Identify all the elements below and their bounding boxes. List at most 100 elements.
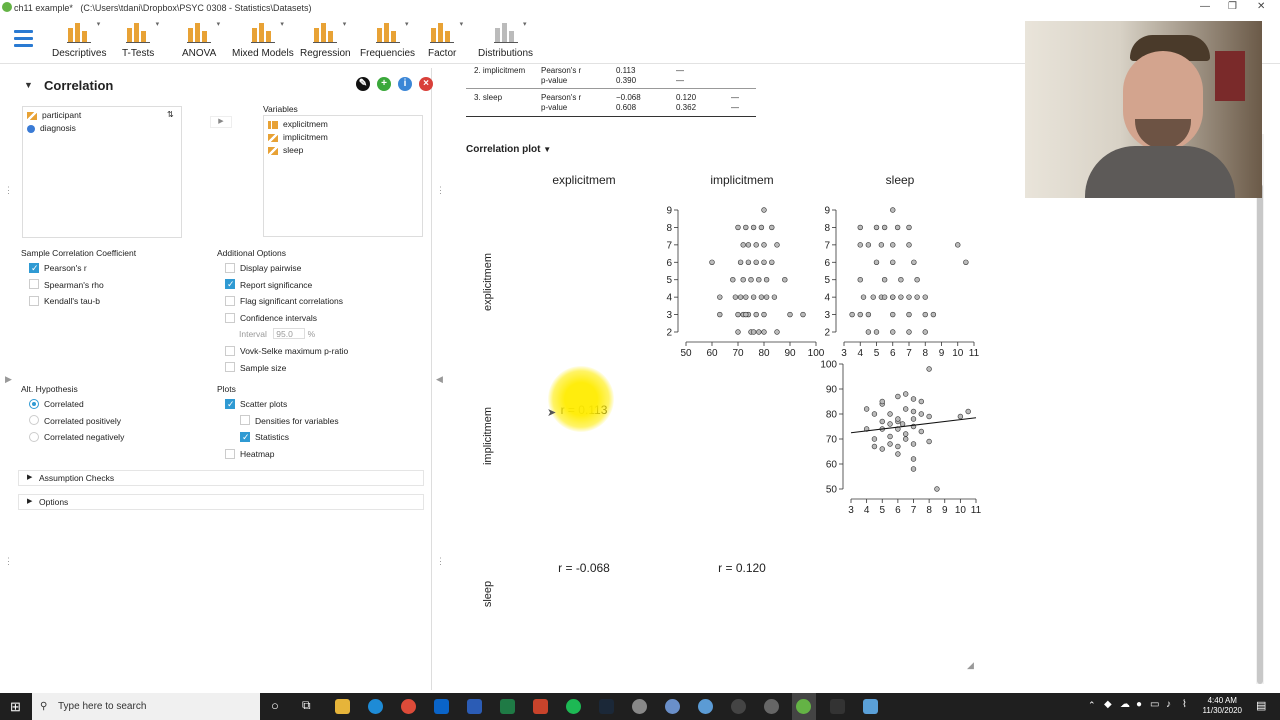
app-icon[interactable] <box>863 699 878 714</box>
checkbox-sample-size[interactable]: Sample size <box>225 362 286 374</box>
edit-pen-icon[interactable]: ✎ <box>356 77 370 91</box>
ribbon-descriptives-button[interactable]: ▾ Descriptives <box>52 18 106 59</box>
radio-correlated-negatively[interactable]: Correlated negatively <box>29 431 124 443</box>
checkbox-icon[interactable] <box>225 362 235 373</box>
checkbox-icon[interactable] <box>225 278 235 290</box>
checkbox-pearson-s-r[interactable]: Pearson's r <box>29 262 87 274</box>
ribbon-t-tests-button[interactable]: ▾ T-Tests <box>122 18 159 59</box>
scrollbar-thumb[interactable] <box>1257 184 1263 684</box>
left-collapse-arrow-icon[interactable]: ▶ <box>5 374 12 385</box>
checkbox-icon[interactable] <box>225 448 235 459</box>
maximize-icon[interactable]: ❐ <box>1228 1 1237 12</box>
minimize-icon[interactable]: — <box>1200 1 1210 12</box>
app-icon[interactable] <box>731 699 746 714</box>
checkbox-icon[interactable] <box>225 296 235 307</box>
checkbox-statistics[interactable]: Statistics <box>240 431 289 443</box>
radio-correlated[interactable]: Correlated <box>29 398 84 410</box>
panel-splitter-handle[interactable]: ⋮ <box>436 185 445 196</box>
plot-section-title[interactable]: Correlation plot ▼ <box>466 144 551 155</box>
onedrive-icon[interactable]: ☁ <box>1120 699 1130 710</box>
checkbox-icon[interactable] <box>240 431 250 443</box>
panel-splitter-handle[interactable]: ⋮ <box>436 556 445 567</box>
radio-icon[interactable] <box>29 415 39 426</box>
resize-grip-icon[interactable]: ◢ <box>967 660 974 671</box>
checkbox-vovk-selke-maximum-p-ratio[interactable]: Vovk-Selke maximum p-ratio <box>225 345 348 357</box>
task-view-icon[interactable]: ⧉ <box>302 698 311 713</box>
word-icon[interactable] <box>467 699 482 714</box>
interval-field[interactable]: Interval 95.0 % <box>239 328 315 340</box>
checkbox-report-significance[interactable]: Report significance <box>225 278 312 291</box>
ribbon-factor-button[interactable]: ▾ Factor <box>428 18 463 59</box>
obs-icon[interactable] <box>632 699 647 714</box>
checkbox-icon[interactable] <box>240 415 250 426</box>
github-icon[interactable] <box>764 699 779 714</box>
checkbox-confidence-intervals[interactable]: Confidence intervals <box>225 312 317 324</box>
checkbox-icon[interactable] <box>29 279 39 290</box>
checkbox-icon[interactable] <box>225 262 235 273</box>
list-item[interactable]: participant <box>27 110 81 120</box>
list-item[interactable]: explicitmem <box>268 119 328 129</box>
dropdown-triangle-icon[interactable]: ▼ <box>543 145 551 154</box>
panel-splitter-handle[interactable]: ⋮ <box>4 185 13 196</box>
ribbon-frequencies-button[interactable]: ▾ Frequencies <box>360 18 415 59</box>
r-icon[interactable] <box>665 699 680 714</box>
notifications-icon[interactable]: ▤ <box>1256 699 1266 712</box>
close-window-icon[interactable]: ✕ <box>1257 1 1265 12</box>
app-icon[interactable] <box>830 699 845 714</box>
options-expander[interactable]: ▶ Options <box>18 494 424 510</box>
list-item[interactable]: diagnosis <box>27 123 76 133</box>
spotify-icon[interactable] <box>566 699 581 714</box>
checkbox-scatter-plots[interactable]: Scatter plots <box>225 398 287 410</box>
remove-close-icon[interactable]: × <box>419 77 433 91</box>
cortana-icon[interactable]: ○ <box>271 698 279 713</box>
panel-splitter-handle[interactable]: ⋮ <box>4 556 13 567</box>
excel-icon[interactable] <box>500 699 515 714</box>
chrome-icon[interactable] <box>401 699 416 714</box>
windows-start-icon[interactable]: ⊞ <box>10 699 21 715</box>
outlook-icon[interactable] <box>434 699 449 714</box>
checkbox-icon[interactable] <box>225 398 235 410</box>
radio-icon[interactable] <box>29 432 39 443</box>
hamburger-menu-icon[interactable] <box>14 30 33 48</box>
jasp-taskbar-active[interactable] <box>792 693 816 720</box>
analysis-header[interactable]: ▼ Correlation ✎ + i × <box>20 76 433 96</box>
available-variables-list[interactable]: participant diagnosis ⇅ <box>22 106 182 238</box>
network-icon[interactable]: ⌇ <box>1182 699 1187 710</box>
checkbox-densities-for-variables[interactable]: Densities for variables <box>240 415 339 427</box>
steam-icon[interactable] <box>599 699 614 714</box>
interval-input[interactable]: 95.0 <box>273 328 306 339</box>
ribbon-distributions-button[interactable]: ▾ Distributions <box>478 18 533 59</box>
sort-icon[interactable]: ⇅ <box>167 110 174 119</box>
volume-icon[interactable]: ♪ <box>1166 699 1171 710</box>
checkbox-heatmap[interactable]: Heatmap <box>225 448 275 460</box>
assumption-checks-expander[interactable]: ▶ Assumption Checks <box>18 470 424 486</box>
move-variable-arrow-icon[interactable]: ▶ <box>210 116 232 128</box>
checkbox-flag-significant-correlations[interactable]: Flag significant correlations <box>225 295 343 307</box>
collapse-triangle-icon[interactable]: ▼ <box>24 80 33 90</box>
tray-chevron-icon[interactable]: ⌃ <box>1088 700 1096 711</box>
radio-icon[interactable] <box>29 398 39 409</box>
taskbar-search-box[interactable]: ⚲ Type here to search <box>32 693 260 720</box>
ribbon-mixed-models-button[interactable]: ▾ Mixed Models <box>232 18 294 59</box>
ribbon-regression-button[interactable]: ▾ Regression <box>300 18 351 59</box>
checkbox-icon[interactable] <box>225 312 235 323</box>
powerpoint-icon[interactable] <box>533 699 548 714</box>
add-plus-icon[interactable]: + <box>377 77 391 91</box>
checkbox-spearman-s-rho[interactable]: Spearman's rho <box>29 279 104 291</box>
ribbon-anova-button[interactable]: ▾ ANOVA <box>182 18 220 59</box>
selected-variables-list[interactable]: explicitmem implicitmem sleep <box>263 115 423 237</box>
info-icon[interactable]: i <box>398 77 412 91</box>
edge-icon[interactable] <box>368 699 383 714</box>
microphone-icon[interactable]: ● <box>1136 699 1142 710</box>
file-explorer-icon[interactable] <box>335 699 350 714</box>
checkbox-icon[interactable] <box>29 296 39 307</box>
checkbox-icon[interactable] <box>29 262 39 274</box>
tray-app-icon[interactable]: ◆ <box>1104 699 1112 710</box>
list-item[interactable]: implicitmem <box>268 132 328 142</box>
checkbox-display-pairwise[interactable]: Display pairwise <box>225 262 301 274</box>
battery-icon[interactable]: ▭ <box>1150 699 1159 710</box>
radio-correlated-positively[interactable]: Correlated positively <box>29 415 121 427</box>
checkbox-icon[interactable] <box>225 345 235 356</box>
panel-collapse-arrow-icon[interactable]: ◀ <box>436 374 443 385</box>
list-item[interactable]: sleep <box>268 145 303 155</box>
